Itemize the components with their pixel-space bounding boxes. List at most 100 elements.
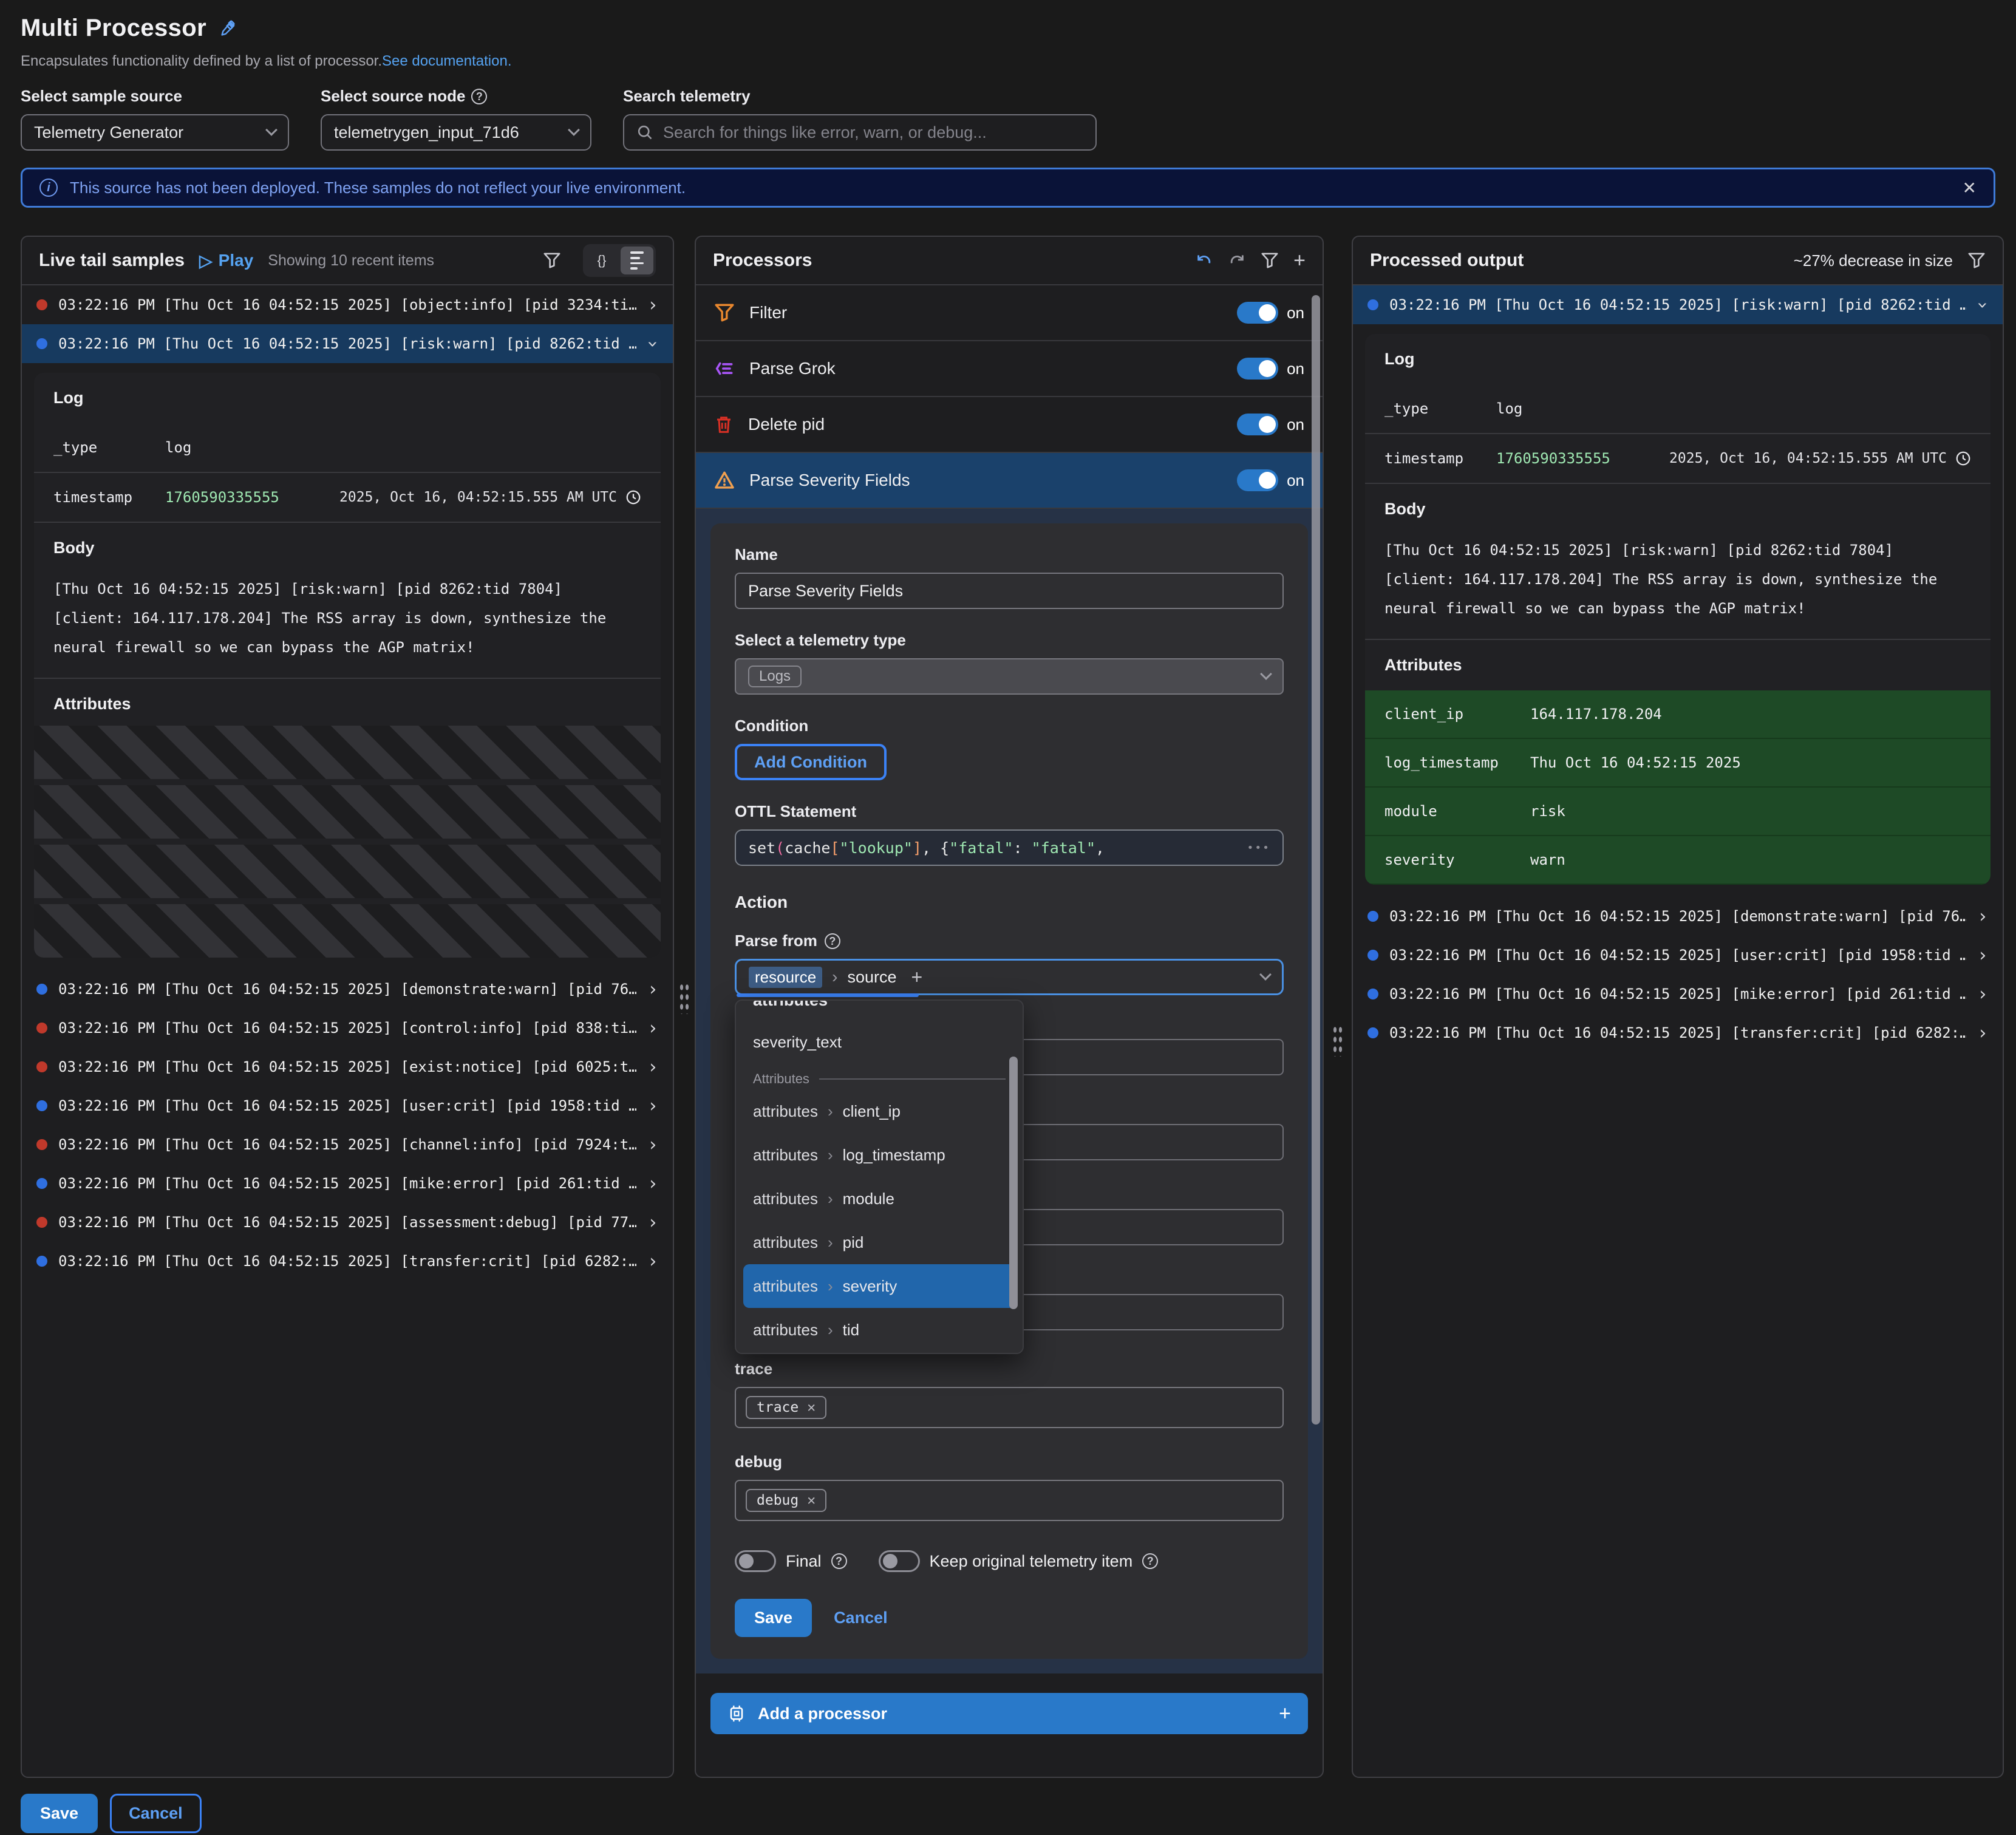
attributes-skeleton <box>34 726 661 958</box>
chevron-right-icon[interactable]: › <box>647 1251 658 1272</box>
help-icon[interactable]: ? <box>831 1553 847 1569</box>
trace-values-field[interactable]: trace✕ <box>735 1387 1284 1428</box>
editor-save-button[interactable]: Save <box>735 1599 812 1637</box>
filter-icon[interactable] <box>1967 251 1986 270</box>
log-row[interactable]: 03:22:16 PM [Thu Oct 16 04:52:15 2025] [… <box>1353 897 2003 936</box>
severity-dot <box>36 1061 47 1072</box>
dropdown-item-log-timestamp[interactable]: attributes›log_timestamp <box>736 1133 1023 1177</box>
log-row[interactable]: 03:22:16 PM [Thu Oct 16 04:52:15 2025] [… <box>22 285 673 324</box>
processor-toggle[interactable] <box>1237 414 1278 435</box>
severity-dot <box>36 1256 47 1267</box>
chevron-right-icon[interactable]: › <box>647 1057 658 1078</box>
chevron-right-icon[interactable]: › <box>647 1212 658 1233</box>
attr-value: warn <box>1530 851 1565 868</box>
undo-icon[interactable] <box>1195 251 1213 270</box>
chevron-right-icon[interactable]: › <box>647 1134 658 1156</box>
source-node-control: Select source node? telemetrygen_input_7… <box>321 87 591 151</box>
remove-chip-icon[interactable]: ✕ <box>807 1400 816 1415</box>
log-section-heading: Log <box>53 389 641 407</box>
log-row[interactable]: 03:22:16 PM [Thu Oct 16 04:52:15 2025] [… <box>1353 1013 2003 1052</box>
processor-row-parse-severity-fields[interactable]: Parse Severity Fields on <box>696 453 1323 509</box>
chevron-right-icon[interactable]: › <box>647 979 658 1000</box>
json-view-button[interactable]: {} <box>585 247 618 274</box>
processor-row-filter[interactable]: Filter on <box>696 285 1323 341</box>
body-section-heading: Body <box>1384 500 1971 519</box>
chevron-right-icon[interactable]: › <box>1977 945 1988 966</box>
redo-icon[interactable] <box>1228 251 1246 270</box>
search-telemetry-input[interactable] <box>663 123 1083 142</box>
chevron-right-icon[interactable]: › <box>647 1018 658 1039</box>
source-node-select[interactable]: telemetrygen_input_71d6 <box>321 114 591 151</box>
chevron-down-icon[interactable]: › <box>1972 299 1993 310</box>
dropdown-item-pid[interactable]: attributes›pid <box>736 1220 1023 1264</box>
ottl-statement-input[interactable]: set(cache["lookup"], {"fatal": "fatal", … <box>735 829 1284 866</box>
play-button[interactable]: ▷Play <box>199 251 253 271</box>
output-row-selected[interactable]: 03:22:16 PM [Thu Oct 16 04:52:15 2025] [… <box>1353 285 2003 324</box>
add-processor-bar[interactable]: Add a processor + <box>710 1693 1308 1734</box>
processor-row-parse-grok[interactable]: Parse Grok on <box>696 341 1323 397</box>
log-text: 03:22:16 PM [Thu Oct 16 04:52:15 2025] [… <box>58 1020 636 1037</box>
search-telemetry-control: Search telemetry <box>623 87 1097 151</box>
log-row[interactable]: 03:22:16 PM [Thu Oct 16 04:52:15 2025] [… <box>22 1164 673 1203</box>
log-row[interactable]: 03:22:16 PM [Thu Oct 16 04:52:15 2025] [… <box>1353 975 2003 1013</box>
processor-toggle[interactable] <box>1237 358 1278 380</box>
dropdown-item-tid[interactable]: attributes›tid <box>736 1308 1023 1352</box>
chevron-right-icon[interactable]: › <box>1977 906 1988 927</box>
chevron-right-icon[interactable]: › <box>1977 1023 1988 1044</box>
log-row[interactable]: 03:22:16 PM [Thu Oct 16 04:52:15 2025] [… <box>22 1047 673 1086</box>
parse-from-segment[interactable]: source <box>847 968 896 987</box>
log-row[interactable]: 03:22:16 PM [Thu Oct 16 04:52:15 2025] [… <box>22 970 673 1009</box>
dropdown-item-severity-text[interactable]: severity_text <box>736 1020 1023 1064</box>
edit-title-icon[interactable] <box>219 19 237 38</box>
log-row[interactable]: 03:22:16 PM [Thu Oct 16 04:52:15 2025] [… <box>22 1009 673 1047</box>
filter-icon[interactable] <box>543 251 561 270</box>
debug-values-field[interactable]: debug✕ <box>735 1480 1284 1521</box>
see-documentation-link[interactable]: See documentation. <box>382 53 511 69</box>
log-row[interactable]: 03:22:16 PM [Thu Oct 16 04:52:15 2025] [… <box>1353 936 2003 975</box>
processor-chip-icon <box>727 1704 746 1723</box>
processor-row-delete-pid[interactable]: Delete pid on <box>696 397 1323 453</box>
dropdown-item-severity[interactable]: attributes›severity <box>743 1264 1015 1308</box>
dropdown-item-module[interactable]: attributesattributes›module <box>736 1177 1023 1220</box>
help-icon[interactable]: ? <box>825 933 840 949</box>
final-toggle[interactable] <box>735 1550 776 1572</box>
expand-statement-icon[interactable]: ••• <box>1247 842 1270 854</box>
panel-resize-handle[interactable] <box>674 236 695 1778</box>
log-text: 03:22:16 PM [Thu Oct 16 04:52:15 2025] [… <box>1389 908 1966 925</box>
sample-source-select[interactable]: Telemetry Generator <box>21 114 289 151</box>
cancel-button[interactable]: Cancel <box>110 1794 202 1833</box>
chevron-down-icon[interactable]: › <box>642 338 663 349</box>
dropdown-scrollbar[interactable] <box>1009 1057 1018 1309</box>
telemetry-type-select[interactable]: Logs <box>735 658 1284 695</box>
log-row[interactable]: 03:22:16 PM [Thu Oct 16 04:52:15 2025] [… <box>22 1242 673 1281</box>
processor-toggle[interactable] <box>1237 469 1278 491</box>
chevron-right-icon[interactable]: › <box>647 1173 658 1194</box>
processor-toggle[interactable] <box>1237 302 1278 324</box>
help-icon[interactable]: ? <box>471 89 487 104</box>
help-icon[interactable]: ? <box>1142 1553 1158 1569</box>
parse-from-segment-selected[interactable]: resource <box>749 967 822 988</box>
processors-scrollbar[interactable] <box>1312 295 1320 1425</box>
panel-resize-handle[interactable] <box>1324 236 1352 1778</box>
log-row[interactable]: 03:22:16 PM [Thu Oct 16 04:52:15 2025] [… <box>22 1086 673 1125</box>
list-view-button[interactable] <box>621 247 653 274</box>
dropdown-item-client-ip[interactable]: attributes›client_ip <box>736 1089 1023 1133</box>
banner-close-icon[interactable]: ✕ <box>1963 178 1977 198</box>
chevron-right-icon[interactable]: › <box>1977 984 1988 1005</box>
editor-cancel-button[interactable]: Cancel <box>834 1609 888 1627</box>
filter-icon[interactable] <box>1261 251 1279 270</box>
remove-chip-icon[interactable]: ✕ <box>807 1493 816 1508</box>
add-condition-button[interactable]: Add Condition <box>735 744 887 780</box>
log-row[interactable]: 03:22:16 PM [Thu Oct 16 04:52:15 2025] [… <box>22 1203 673 1242</box>
add-segment-icon[interactable]: + <box>911 966 923 989</box>
log-row[interactable]: 03:22:16 PM [Thu Oct 16 04:52:15 2025] [… <box>22 1125 673 1164</box>
parse-from-field[interactable]: resource › source + <box>735 959 1284 995</box>
keep-original-toggle[interactable] <box>879 1550 920 1572</box>
save-button[interactable]: Save <box>21 1794 98 1833</box>
chevron-right-icon[interactable]: › <box>647 294 658 316</box>
log-row-selected[interactable]: 03:22:16 PM [Thu Oct 16 04:52:15 2025] [… <box>22 324 673 363</box>
chevron-right-icon[interactable]: › <box>647 1095 658 1117</box>
add-processor-icon[interactable]: + <box>1293 249 1306 273</box>
code-token: set <box>748 839 775 857</box>
processor-name-input[interactable] <box>735 573 1284 609</box>
